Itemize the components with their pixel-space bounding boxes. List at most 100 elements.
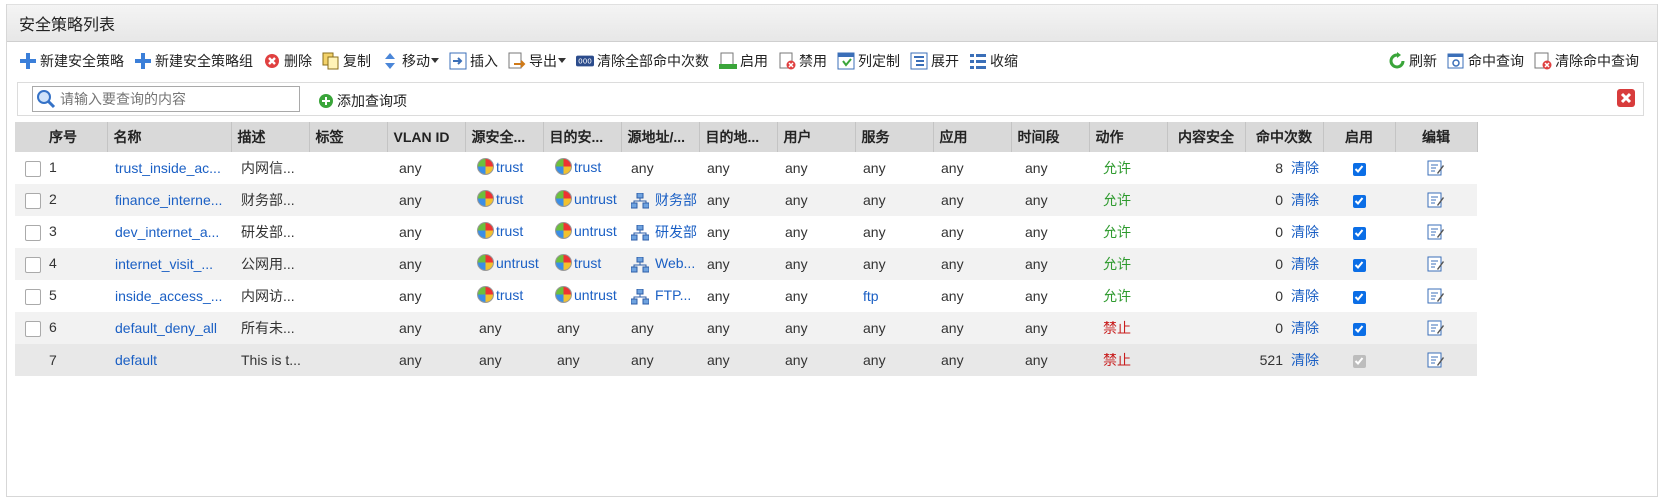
row-checkbox[interactable] [25,320,41,337]
col-header-src-addr[interactable]: 源地址/... [621,122,700,152]
table-row[interactable]: 3 dev_internet_a... 研发部... any trust untrust 研… [15,216,1477,248]
row-number: 1 [49,159,57,176]
table-row[interactable]: 1 trust_inside_ac... 内网信... any trust trust an… [15,152,1477,184]
disable-button[interactable]: 禁用 [778,51,827,71]
close-icon[interactable] [1617,89,1635,107]
col-header-src-zone[interactable]: 源安全... [465,122,544,152]
add-query-button[interactable]: 添加查询项 [318,91,407,111]
copy-button[interactable]: 复制 [322,51,371,71]
row-checkbox[interactable] [25,160,41,177]
clear-hits-link[interactable]: 清除 [1291,320,1319,336]
plus-button[interactable]: 新建安全策略组 [134,51,253,71]
zone-icon [477,190,494,207]
col-header-dst-addr[interactable]: 目的地... [699,122,778,152]
table-row[interactable]: 2 finance_interne... 财务部... any trust untrust… [15,184,1477,216]
policy-name-link[interactable]: dev_internet_a... [115,224,219,240]
policy-name-link[interactable]: default [115,352,157,368]
refresh-button[interactable]: 刷新 [1388,51,1437,71]
clear-hits-link[interactable]: 清除 [1291,192,1319,208]
expand-button[interactable]: 展开 [910,51,959,71]
col-header-user[interactable]: 用户 [777,122,856,152]
content-security-cell [1167,184,1245,216]
col-header-app[interactable]: 应用 [933,122,1012,152]
user-cell: any [785,352,808,368]
collapse-button[interactable]: 收缩 [969,51,1018,71]
table-row[interactable]: 5 inside_access_... 内网访... any trust untrust F… [15,280,1477,312]
table-row[interactable]: 4 internet_visit_... 公网用... any untrust trust… [15,248,1477,280]
src-addr-link[interactable]: 研发部 [655,224,697,240]
src_zone-link[interactable]: trust [496,159,523,175]
enabled-checkbox[interactable] [1352,162,1366,176]
insert-button[interactable]: 插入 [449,51,498,71]
enabled-checkbox[interactable] [1352,194,1366,208]
service-cell: any [863,224,886,240]
col-header-vlan[interactable]: VLAN ID [387,122,466,152]
src_zone-link[interactable]: trust [496,287,523,303]
col-header-content[interactable]: 内容安全 [1167,122,1246,152]
edit-icon[interactable] [1427,223,1445,241]
toolbar-button-label: 收缩 [990,53,1018,69]
enabled-checkbox[interactable] [1352,226,1366,240]
policy-name-link[interactable]: inside_access_... [115,288,222,304]
enabled-checkbox[interactable] [1352,258,1366,272]
table-row[interactable]: 6 default_deny_all 所有未... any any any any any an… [15,312,1477,344]
src_zone-link[interactable]: untrust [496,255,539,271]
col-header-enabled[interactable]: 启用 [1323,122,1396,152]
src_zone-link[interactable]: trust [496,223,523,239]
clear-hits-icon: 000 [576,52,594,70]
enabled-cell [1323,280,1395,312]
row-checkbox[interactable] [25,288,41,305]
col-header-time[interactable]: 时间段 [1011,122,1090,152]
policy-name-link[interactable]: trust_inside_ac... [115,160,221,176]
col-header-dst-zone[interactable]: 目的安... [543,122,622,152]
clear-hits-link[interactable]: 清除 [1291,224,1319,240]
src_zone-link[interactable]: trust [496,191,523,207]
src-addr-link[interactable]: Web... [655,255,695,271]
plus-button[interactable]: 新建安全策略 [19,51,124,71]
edit-icon[interactable] [1427,287,1445,305]
col-header-desc[interactable]: 描述 [231,122,310,152]
clear-hits-button[interactable]: 000 清除全部命中次数 [576,51,709,71]
clear-query-button[interactable]: 清除命中查询 [1534,51,1639,71]
hit-query-button[interactable]: 命中查询 [1447,51,1524,71]
col-header-name[interactable]: 名称 [107,122,232,152]
dst_zone-link[interactable]: untrust [574,191,617,207]
service-link[interactable]: ftp [863,288,879,304]
clear-hits-link[interactable]: 清除 [1291,288,1319,304]
clear-hits-link[interactable]: 清除 [1291,352,1319,368]
policy-name-link[interactable]: finance_interne... [115,192,222,208]
table-row[interactable]: 7 default This is t... any any any any any any an… [15,344,1477,376]
clear-hits-link[interactable]: 清除 [1291,160,1319,176]
clear-hits-link[interactable]: 清除 [1291,256,1319,272]
enabled-checkbox[interactable] [1352,290,1366,304]
col-header-service[interactable]: 服务 [855,122,934,152]
row-checkbox[interactable] [25,192,41,209]
delete-button[interactable]: 删除 [263,51,312,71]
edit-icon[interactable] [1427,351,1445,369]
search-input[interactable] [58,90,297,108]
export-button[interactable]: 导出 [508,51,566,71]
edit-icon[interactable] [1427,159,1445,177]
policy-name-link[interactable]: internet_visit_... [115,256,213,272]
col-header-no[interactable]: 序号 [15,122,108,152]
enabled-checkbox[interactable] [1352,322,1366,336]
move-button[interactable]: 移动 [381,51,439,71]
src-addr-link[interactable]: FTP... [655,287,691,303]
dst_zone-link[interactable]: trust [574,159,601,175]
edit-icon[interactable] [1427,255,1445,273]
enable-button[interactable]: 启用 [719,51,768,71]
edit-icon[interactable] [1427,191,1445,209]
col-header-hits[interactable]: 命中次数 [1245,122,1324,152]
dst_zone-link[interactable]: untrust [574,287,617,303]
row-checkbox[interactable] [25,256,41,273]
col-header-edit[interactable]: 编辑 [1395,122,1478,152]
row-checkbox[interactable] [25,224,41,241]
src-addr-link[interactable]: 财务部 [655,192,697,208]
policy-name-link[interactable]: default_deny_all [115,320,217,336]
column-custom-button[interactable]: 列定制 [837,51,900,71]
col-header-tag[interactable]: 标签 [309,122,388,152]
dst_zone-link[interactable]: trust [574,255,601,271]
col-header-action[interactable]: 动作 [1089,122,1168,152]
edit-icon[interactable] [1427,319,1445,337]
dst_zone-link[interactable]: untrust [574,223,617,239]
